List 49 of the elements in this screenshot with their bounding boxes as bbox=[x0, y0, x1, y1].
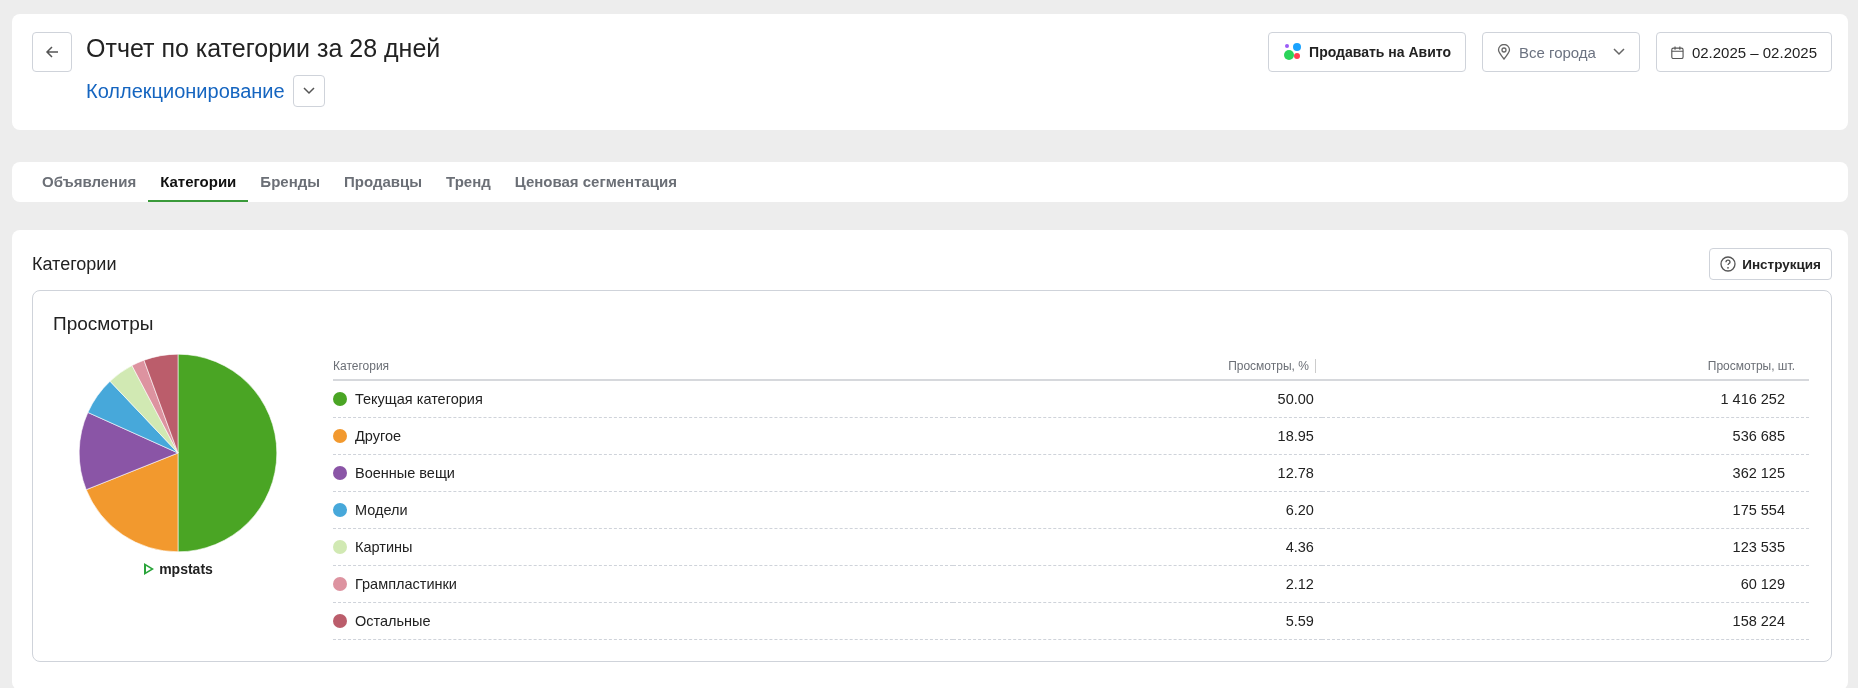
tab[interactable]: Объявления bbox=[30, 162, 149, 202]
table-cell: 12.78 bbox=[1277, 465, 1314, 481]
tab[interactable]: Бренды bbox=[248, 162, 333, 202]
category-dropdown-button[interactable] bbox=[292, 75, 325, 107]
table-cell: 18.95 bbox=[1277, 428, 1314, 444]
column-header: Просмотры, шт. bbox=[1707, 359, 1796, 373]
table-cell: Текущая категория bbox=[355, 391, 483, 407]
calendar-icon bbox=[1671, 43, 1684, 61]
tab[interactable]: Тренд bbox=[434, 162, 503, 202]
question-circle-icon bbox=[1720, 256, 1737, 272]
table-cell: Другое bbox=[355, 428, 402, 444]
column-header: Просмотры, % bbox=[1228, 359, 1316, 373]
table-cell: 50.00 bbox=[1277, 391, 1314, 407]
city-select[interactable]: Все города bbox=[1482, 32, 1640, 72]
table-cell: 362 125 bbox=[1732, 465, 1785, 481]
table-cell: Грампластинки bbox=[355, 576, 457, 592]
table-cell: 536 685 bbox=[1732, 428, 1785, 444]
table-cell: 2.12 bbox=[1285, 576, 1314, 592]
tab[interactable]: Продавцы bbox=[332, 162, 435, 202]
section-title: Категории bbox=[32, 253, 117, 275]
page-title: Отчет по категории за 28 дней bbox=[86, 34, 441, 63]
table-cell: 4.36 bbox=[1285, 539, 1314, 555]
table-cell: 60 129 bbox=[1740, 576, 1785, 592]
sell-button[interactable]: Продавать на Авито bbox=[1268, 32, 1466, 72]
category-link[interactable]: Коллекционирование bbox=[86, 79, 285, 103]
tab[interactable]: Категории bbox=[148, 162, 249, 202]
table-cell: Остальные bbox=[355, 613, 431, 629]
help-button[interactable]: Инструкция bbox=[1709, 248, 1832, 280]
table-cell: 175 554 bbox=[1732, 502, 1785, 518]
chevron-down-icon bbox=[1613, 48, 1625, 56]
chevron-down-icon bbox=[302, 87, 315, 95]
play-logo-icon bbox=[143, 562, 156, 576]
table-cell: 6.20 bbox=[1285, 502, 1314, 518]
chart-title: Просмотры bbox=[53, 313, 155, 335]
tab[interactable]: Ценовая сегментация bbox=[502, 162, 690, 202]
table-cell: Картины bbox=[355, 539, 413, 555]
table-cell: 158 224 bbox=[1732, 613, 1785, 629]
date-range-field[interactable]: 02.2025 – 02.2025 bbox=[1656, 32, 1832, 72]
location-pin-icon bbox=[1497, 44, 1511, 60]
table-cell: 1 416 252 bbox=[1720, 391, 1785, 407]
column-header: Категория bbox=[333, 359, 390, 373]
back-arrow-icon bbox=[44, 44, 60, 60]
table-cell: Модели bbox=[355, 502, 408, 518]
table-cell: 123 535 bbox=[1732, 539, 1785, 555]
table-cell: Военные вещи bbox=[355, 465, 455, 481]
logo-text: mpstats bbox=[159, 561, 213, 577]
table-cell: 5.59 bbox=[1285, 613, 1314, 629]
colored-dots-icon bbox=[1283, 43, 1302, 61]
back-button[interactable] bbox=[32, 32, 72, 72]
